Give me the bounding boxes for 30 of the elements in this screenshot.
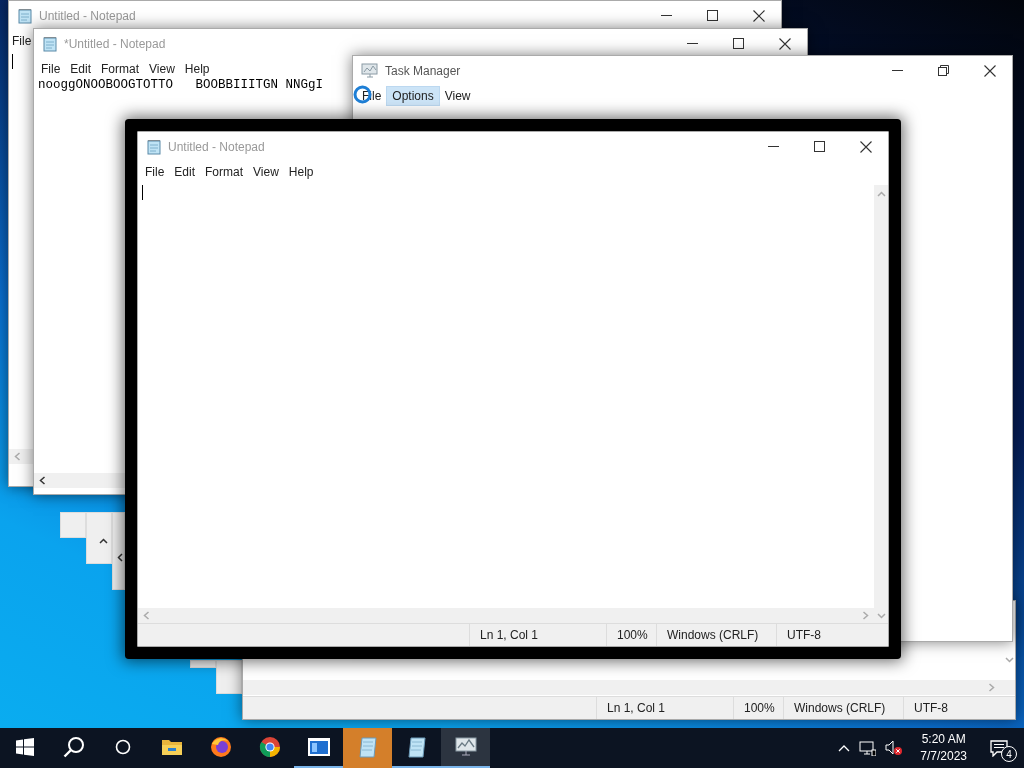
menu-item[interactable]: View: [439, 87, 476, 105]
status-text: Windows (CRLF): [656, 624, 776, 646]
window-title: Untitled - Notepad: [39, 8, 136, 23]
window-title: Untitled - Notepad: [168, 139, 265, 154]
menu-item[interactable]: View: [144, 60, 180, 78]
menu-item[interactable]: Format: [96, 60, 145, 78]
menu-item[interactable]: File: [36, 60, 66, 78]
status-text: 100%: [606, 624, 656, 646]
status-text: UTF-8: [903, 697, 1015, 719]
notification-count: 4: [1001, 746, 1017, 762]
status-text: Ln 1, Col 1: [469, 624, 606, 646]
menu-item[interactable]: Help: [283, 163, 319, 181]
menu-item[interactable]: Edit: [65, 60, 97, 78]
menu-item[interactable]: View: [248, 163, 284, 181]
menu-item[interactable]: Format: [200, 163, 249, 181]
status-text: UTF-8: [776, 624, 888, 646]
clock-date[interactable]: 7/7/2023: [920, 748, 967, 765]
status-text: Windows (CRLF): [783, 697, 903, 719]
window-title: *Untitled - Notepad: [64, 36, 166, 51]
menu-item[interactable]: Help: [179, 60, 215, 78]
clock-time[interactable]: 5:20 AM: [921, 731, 966, 748]
menu-item[interactable]: Edit: [169, 163, 201, 181]
menu-item[interactable]: File: [140, 163, 170, 181]
status-text: Ln 1, Col 1: [596, 697, 733, 719]
window-title: Task Manager: [385, 63, 461, 78]
menu-item[interactable]: Options: [386, 86, 440, 106]
status-text: 100%: [733, 697, 783, 719]
notifications-button[interactable]: 4: [990, 736, 1014, 760]
document-text: nooggONOOBOOGTOTTO BOOBBIIITGN NNGgI: [37, 78, 325, 92]
menu-item[interactable]: File: [9, 32, 32, 50]
